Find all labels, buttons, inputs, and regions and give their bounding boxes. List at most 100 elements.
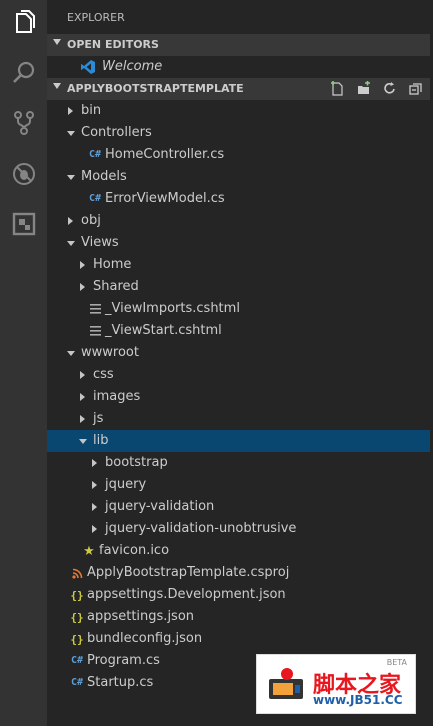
tree-item-label: bootstrap [105, 455, 168, 470]
star-file-icon: ★ [83, 543, 95, 559]
chevron-down-icon [53, 83, 61, 89]
chevron-down-icon[interactable] [67, 241, 75, 246]
chevron-down-icon[interactable] [79, 439, 87, 444]
project-label: APPLYBOOTSTRAPTEMPLATE [67, 82, 244, 95]
csharp-file-icon: C# [88, 193, 102, 204]
tree-item-label: _ViewImports.cshtml [105, 301, 240, 316]
tree-folder[interactable]: jquery-validation [47, 496, 430, 518]
tree-item-label: obj [81, 213, 101, 228]
open-editor-item[interactable]: Welcome [47, 56, 430, 78]
chevron-right-icon[interactable] [92, 481, 97, 489]
tree-item-label: lib [93, 433, 109, 448]
tree-item-label: bundleconfig.json [87, 631, 203, 646]
tree-file[interactable]: _ViewStart.cshtml [47, 320, 430, 342]
tree-item-label: wwwroot [81, 345, 139, 360]
tree-item-label: ErrorViewModel.cs [105, 191, 225, 206]
project-header[interactable]: APPLYBOOTSTRAPTEMPLATE [47, 78, 430, 100]
tree-file[interactable]: _ViewImports.cshtml [47, 298, 430, 320]
chevron-right-icon[interactable] [68, 217, 73, 225]
chevron-right-icon[interactable] [80, 261, 85, 269]
new-file-icon[interactable] [329, 80, 346, 97]
chevron-down-icon[interactable] [67, 351, 75, 356]
tree-folder[interactable]: jquery-validation-unobtrusive [47, 518, 430, 540]
explorer-icon[interactable] [0, 1, 47, 45]
tree-folder[interactable]: lib [47, 430, 430, 452]
tree-item-label: jquery-validation [105, 499, 215, 514]
tree-folder[interactable]: Shared [47, 276, 430, 298]
extensions-icon[interactable] [0, 202, 47, 246]
csharp-file-icon: C# [70, 677, 84, 688]
tree-item-label: css [93, 367, 114, 382]
tree-item-label: Shared [93, 279, 139, 294]
debug-icon[interactable] [0, 152, 47, 196]
tree-folder[interactable]: bootstrap [47, 452, 430, 474]
new-folder-icon[interactable] [355, 80, 372, 97]
tree-folder[interactable]: jquery [47, 474, 430, 496]
tree-folder[interactable]: obj [47, 210, 430, 232]
tree-folder[interactable]: bin [47, 100, 430, 122]
explorer-sidebar: EXPLORER OPEN EDITORS Welcome APPLYBOOTS… [47, 0, 430, 726]
watermark-url: www.JB51.CC [313, 693, 403, 707]
tree-folder[interactable]: Models [47, 166, 430, 188]
source-control-icon[interactable] [0, 101, 47, 145]
tree-file[interactable]: {} bundleconfig.json [47, 628, 430, 650]
tree-item-label: Controllers [81, 125, 152, 140]
watermark-logo: BETA 脚本之家 www.JB51.CC [256, 654, 416, 714]
chevron-right-icon[interactable] [92, 459, 97, 467]
project-actions [329, 80, 424, 97]
refresh-icon[interactable] [381, 80, 398, 97]
json-file-icon: {} [70, 610, 84, 624]
tree-folder[interactable]: Controllers [47, 122, 430, 144]
watermark-badge: BETA [386, 658, 407, 667]
tree-item-label: jquery-validation-unobtrusive [105, 521, 297, 536]
tree-folder[interactable]: css [47, 364, 430, 386]
chevron-right-icon[interactable] [80, 393, 85, 401]
tree-item-label: bin [81, 103, 102, 118]
chevron-right-icon[interactable] [80, 283, 85, 291]
open-editors-label: OPEN EDITORS [67, 38, 159, 51]
chevron-down-icon[interactable] [67, 175, 75, 180]
tree-item-label: Startup.cs [87, 675, 154, 690]
chevron-right-icon[interactable] [68, 107, 73, 115]
csharp-file-icon: C# [88, 149, 102, 160]
tree-file[interactable]: ApplyBootstrapTemplate.csproj [47, 562, 430, 584]
json-file-icon: {} [70, 588, 84, 602]
text-file-icon [87, 323, 103, 339]
search-icon[interactable] [0, 51, 47, 95]
tree-folder[interactable]: Views [47, 232, 430, 254]
vscode-icon [81, 60, 95, 74]
csharp-file-icon: C# [70, 655, 84, 666]
sidebar-title: EXPLORER [67, 11, 125, 24]
tree-file[interactable]: {} appsettings.Development.json [47, 584, 430, 606]
tree-folder[interactable]: Home [47, 254, 430, 276]
open-editors-header[interactable]: OPEN EDITORS [47, 34, 430, 56]
tree-item-label: Models [81, 169, 127, 184]
tree-file[interactable]: C# ErrorViewModel.cs [47, 188, 430, 210]
tree-item-label: _ViewStart.cshtml [105, 323, 222, 338]
json-file-icon: {} [70, 632, 84, 646]
chevron-right-icon[interactable] [92, 525, 97, 533]
activity-bar [0, 0, 47, 726]
chevron-right-icon[interactable] [80, 371, 85, 379]
project-file-icon [69, 565, 85, 581]
tree-item-label: appsettings.json [87, 609, 195, 624]
tree-file[interactable]: C# HomeController.cs [47, 144, 430, 166]
tree-item-label: js [93, 411, 104, 426]
chevron-right-icon[interactable] [80, 415, 85, 423]
chevron-down-icon [53, 39, 61, 45]
tree-item-label: HomeController.cs [105, 147, 225, 162]
tree-item-label: jquery [105, 477, 147, 492]
tree-item-label: appsettings.Development.json [87, 587, 286, 602]
tree-item-label: Program.cs [87, 653, 160, 668]
tree-folder[interactable]: images [47, 386, 430, 408]
tree-item-label: ApplyBootstrapTemplate.csproj [87, 565, 290, 580]
tree-folder[interactable]: js [47, 408, 430, 430]
collapse-all-icon[interactable] [407, 80, 424, 97]
open-editor-label: Welcome [102, 59, 163, 74]
chevron-down-icon[interactable] [67, 131, 75, 136]
tree-file[interactable]: ★ favicon.ico [47, 540, 430, 562]
tree-file[interactable]: {} appsettings.json [47, 606, 430, 628]
chevron-right-icon[interactable] [92, 503, 97, 511]
tree-item-label: Home [93, 257, 132, 272]
tree-folder[interactable]: wwwroot [47, 342, 430, 364]
